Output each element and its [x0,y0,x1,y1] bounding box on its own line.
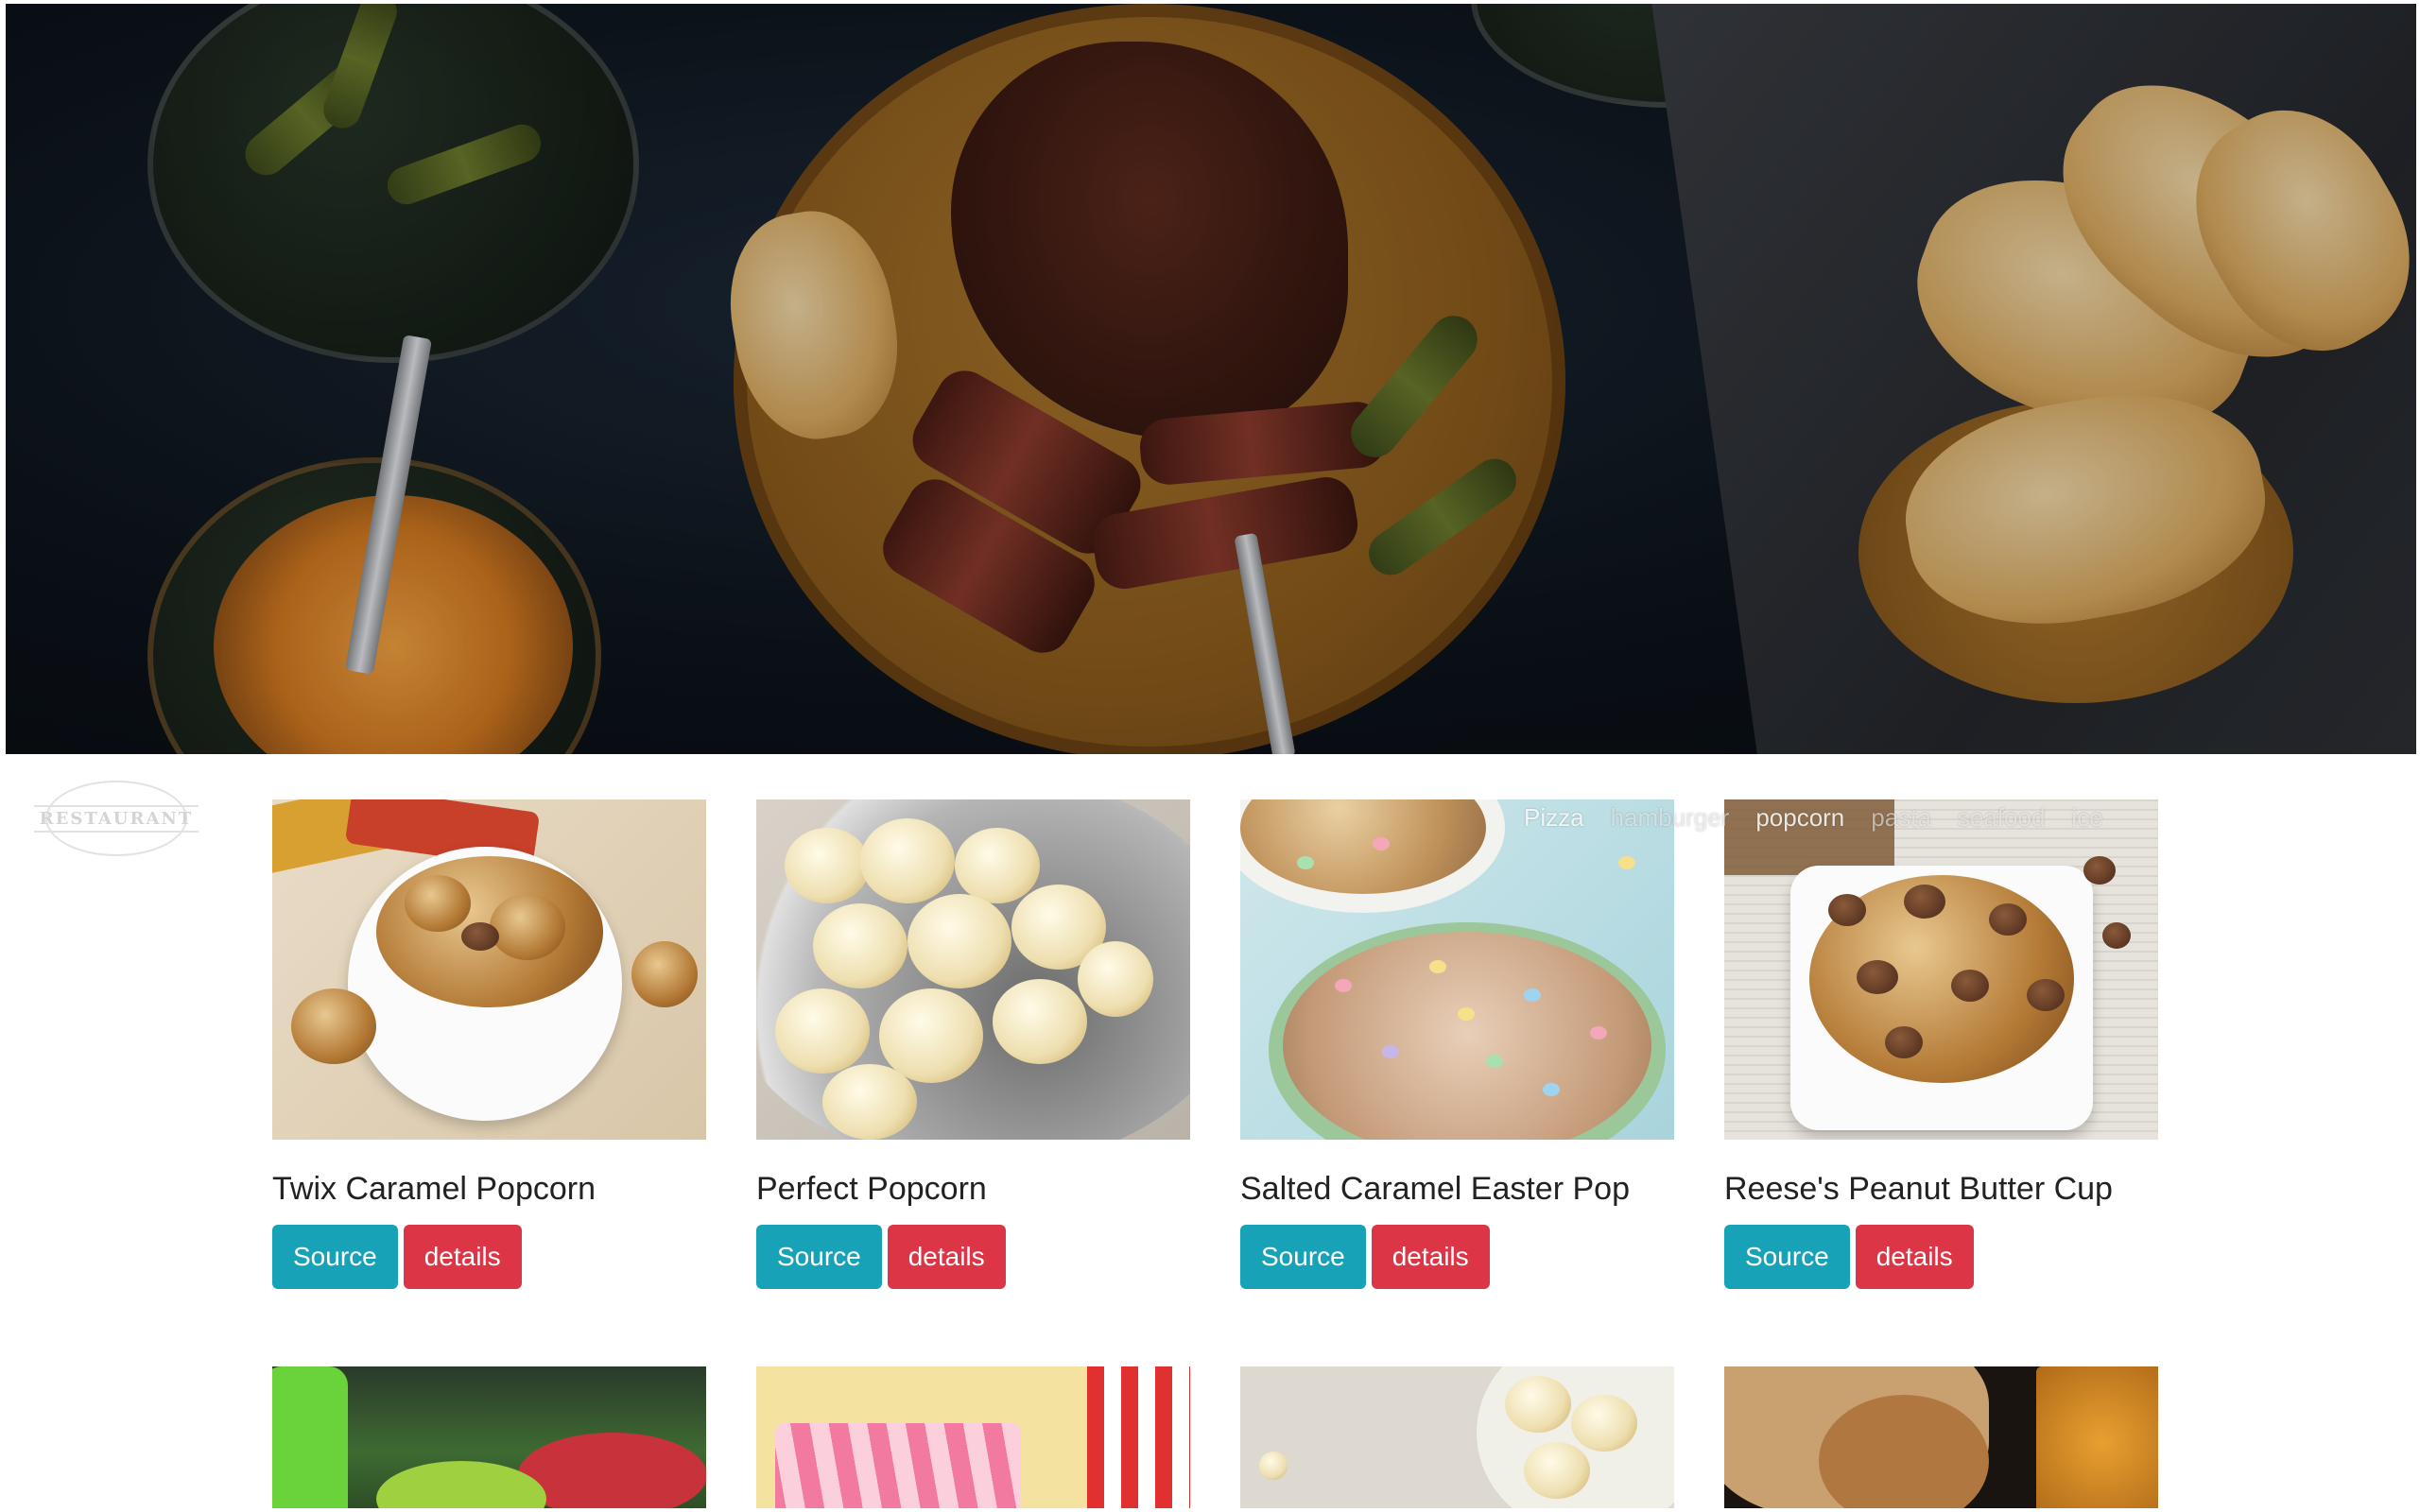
recipe-card [1724,1366,2158,1508]
recipe-image[interactable] [1724,799,2158,1140]
details-button[interactable]: details [1855,1225,1974,1289]
logo-text: RESTAURANT [33,804,199,833]
recipe-card [756,1366,1190,1508]
recipe-card: Perfect Popcorn Source details [756,799,1190,1289]
recipe-image[interactable] [1724,1366,2158,1508]
recipe-title[interactable]: Salted Caramel Easter Pop [1240,1168,1674,1210]
category-seafood[interactable]: seafood [1945,803,2059,833]
logo-emblem-icon: RESTAURANT [33,781,199,856]
category-pasta[interactable]: pasta [1858,803,1945,833]
source-button[interactable]: Source [1724,1225,1850,1289]
category-nav: Pizza hamburger popcorn pasta seafood ic… [1511,803,2117,833]
details-button[interactable]: details [1371,1225,1490,1289]
recipe-title[interactable]: Twix Caramel Popcorn [272,1168,706,1210]
recipe-image[interactable] [272,1366,706,1508]
recipe-image[interactable] [272,799,706,1140]
recipe-card: Twix Caramel Popcorn Source details [272,799,706,1289]
recipe-image[interactable] [1240,1366,1674,1508]
details-button[interactable]: details [887,1225,1006,1289]
recipe-card: Reese's Peanut Butter Cup Source details [1724,799,2158,1289]
category-hamburger[interactable]: hamburger [1598,803,1743,833]
source-button[interactable]: Source [272,1225,398,1289]
category-popcorn[interactable]: popcorn [1742,803,1858,833]
recipe-card [1240,1366,1674,1508]
details-button[interactable]: details [403,1225,522,1289]
source-button[interactable]: Source [756,1225,882,1289]
source-button[interactable]: Source [1240,1225,1366,1289]
recipe-title[interactable]: Reese's Peanut Butter Cup [1724,1168,2158,1210]
hero-image [6,4,2416,754]
restaurant-logo[interactable]: RESTAURANT [33,781,199,856]
recipe-card: Salted Caramel Easter Pop Source details [1240,799,1674,1289]
recipe-title[interactable]: Perfect Popcorn [756,1168,1190,1210]
category-pizza[interactable]: Pizza [1511,803,1598,833]
recipe-card [272,1366,706,1508]
recipe-image[interactable] [756,1366,1190,1508]
category-ice[interactable]: ice [2058,803,2116,833]
recipe-image[interactable] [756,799,1190,1140]
recipe-image[interactable] [1240,799,1674,1140]
